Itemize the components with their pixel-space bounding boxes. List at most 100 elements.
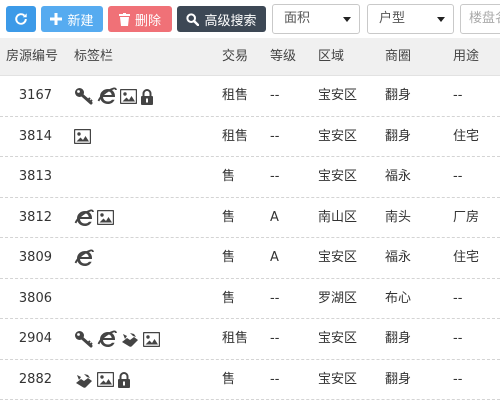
cell-id: 3809 bbox=[18, 250, 52, 265]
cell-use: -- bbox=[453, 88, 463, 103]
key-icon bbox=[74, 330, 94, 348]
area-select-value: 面积 bbox=[284, 11, 311, 26]
cell-grade: A bbox=[270, 250, 279, 265]
cell-biz: 翻身 bbox=[385, 128, 412, 144]
table-row[interactable]: 3806 售 -- 罗湖区 布心 -- bbox=[0, 279, 500, 319]
cell-deal: 售 bbox=[222, 250, 236, 265]
table-row[interactable]: 3812 售 A 南山区 南头 厂房 bbox=[0, 198, 500, 238]
table-row[interactable]: 2904 租售 -- 宝安区 翻身 -- bbox=[0, 319, 500, 360]
table-row[interactable]: 3813 售 -- 宝安区 福永 -- bbox=[0, 157, 500, 198]
ie-icon bbox=[74, 248, 94, 268]
cell-district: 宝安区 bbox=[318, 371, 358, 387]
cell-district: 罗湖区 bbox=[318, 290, 358, 306]
header-district[interactable]: 区域 bbox=[318, 38, 344, 76]
cell-id: 3806 bbox=[18, 290, 52, 306]
cell-biz: 布心 bbox=[385, 290, 412, 306]
trash-icon bbox=[118, 12, 130, 26]
key-icon bbox=[74, 87, 94, 105]
handshake-icon bbox=[120, 330, 140, 348]
cell-biz: 福永 bbox=[385, 250, 412, 265]
header-tags[interactable]: 标签栏 bbox=[74, 38, 113, 76]
lock-icon bbox=[117, 371, 131, 388]
cell-grade: -- bbox=[270, 128, 280, 144]
cell-use: 住宅 bbox=[453, 128, 480, 144]
refresh-button[interactable] bbox=[6, 6, 36, 32]
delete-button-label: 删除 bbox=[134, 13, 161, 29]
cell-deal: 租售 bbox=[222, 128, 249, 144]
table-body: 3167 租售 -- 宝安区 翻身 -- 3814 租售 -- 宝安区 翻身 住… bbox=[0, 76, 500, 400]
image-icon bbox=[120, 88, 137, 104]
add-button[interactable]: 新建 bbox=[41, 6, 103, 32]
cell-tags bbox=[74, 208, 114, 228]
cell-grade: A bbox=[270, 209, 279, 225]
cell-district: 宝安区 bbox=[318, 331, 358, 346]
image-icon bbox=[74, 129, 91, 144]
header-use[interactable]: 用途 bbox=[453, 38, 479, 76]
cell-grade: -- bbox=[270, 331, 280, 346]
cell-biz: 翻身 bbox=[385, 371, 412, 387]
building-search-placeholder: 楼盘名 bbox=[469, 11, 500, 26]
cell-id: 3167 bbox=[18, 88, 52, 103]
cell-grade: -- bbox=[270, 169, 280, 184]
chevron-down-icon bbox=[437, 17, 445, 22]
cell-use: -- bbox=[453, 371, 463, 387]
toolbar: 新建 删除 高级搜索 面积 户型 楼盘名 bbox=[0, 0, 500, 38]
table-row[interactable]: 3814 租售 -- 宝安区 翻身 住宅 bbox=[0, 117, 500, 157]
chevron-down-icon bbox=[343, 17, 351, 22]
cell-grade: -- bbox=[270, 88, 280, 103]
cell-use: -- bbox=[453, 331, 463, 346]
cell-deal: 售 bbox=[222, 169, 236, 184]
table-row[interactable]: 3167 租售 -- 宝安区 翻身 -- bbox=[0, 76, 500, 117]
type-select[interactable]: 户型 bbox=[367, 4, 454, 34]
cell-tags bbox=[74, 370, 131, 390]
refresh-icon bbox=[15, 13, 27, 25]
cell-deal: 售 bbox=[222, 290, 236, 306]
cell-grade: -- bbox=[270, 290, 280, 306]
header-deal[interactable]: 交易 bbox=[222, 38, 248, 76]
cell-district: 南山区 bbox=[318, 209, 358, 225]
cell-use: -- bbox=[453, 290, 463, 306]
building-search-input[interactable]: 楼盘名 bbox=[460, 4, 500, 34]
cell-tags bbox=[74, 86, 154, 106]
handshake-icon bbox=[74, 371, 94, 389]
image-icon bbox=[143, 331, 160, 347]
plus-icon bbox=[50, 13, 63, 25]
ie-icon bbox=[97, 329, 117, 349]
cell-id: 3813 bbox=[18, 169, 52, 184]
cell-id: 3814 bbox=[18, 128, 52, 144]
header-id[interactable]: 房源编号 bbox=[6, 38, 58, 76]
header-grade[interactable]: 等级 bbox=[270, 38, 296, 76]
cell-id: 2904 bbox=[18, 331, 52, 346]
cell-biz: 南头 bbox=[385, 209, 412, 225]
cell-district: 宝安区 bbox=[318, 88, 358, 103]
cell-use: 厂房 bbox=[453, 209, 480, 225]
cell-tags bbox=[74, 248, 94, 268]
cell-deal: 售 bbox=[222, 371, 236, 387]
image-icon bbox=[97, 210, 114, 225]
header-biz[interactable]: 商圈 bbox=[385, 38, 411, 76]
cell-biz: 翻身 bbox=[385, 331, 412, 346]
area-select[interactable]: 面积 bbox=[272, 4, 360, 34]
table-row[interactable]: 2882 售 -- 宝安区 翻身 -- bbox=[0, 360, 500, 400]
lock-icon bbox=[140, 88, 154, 105]
cell-deal: 租售 bbox=[222, 331, 249, 346]
cell-tags bbox=[74, 127, 91, 147]
add-button-label: 新建 bbox=[67, 13, 94, 29]
type-select-value: 户型 bbox=[379, 11, 406, 26]
advanced-search-button[interactable]: 高级搜索 bbox=[177, 6, 266, 32]
cell-use: 住宅 bbox=[453, 250, 480, 265]
table-row[interactable]: 3809 售 A 宝安区 福永 住宅 bbox=[0, 238, 500, 279]
cell-biz: 福永 bbox=[385, 169, 412, 184]
cell-id: 2882 bbox=[18, 371, 52, 387]
search-icon bbox=[186, 12, 200, 26]
cell-deal: 售 bbox=[222, 209, 236, 225]
image-icon bbox=[97, 372, 114, 387]
cell-use: -- bbox=[453, 169, 463, 184]
cell-grade: -- bbox=[270, 371, 280, 387]
ie-icon bbox=[97, 86, 117, 106]
cell-tags bbox=[74, 329, 160, 349]
advanced-search-label: 高级搜索 bbox=[204, 13, 257, 29]
cell-district: 宝安区 bbox=[318, 250, 358, 265]
cell-district: 宝安区 bbox=[318, 169, 358, 184]
delete-button[interactable]: 删除 bbox=[108, 6, 172, 32]
